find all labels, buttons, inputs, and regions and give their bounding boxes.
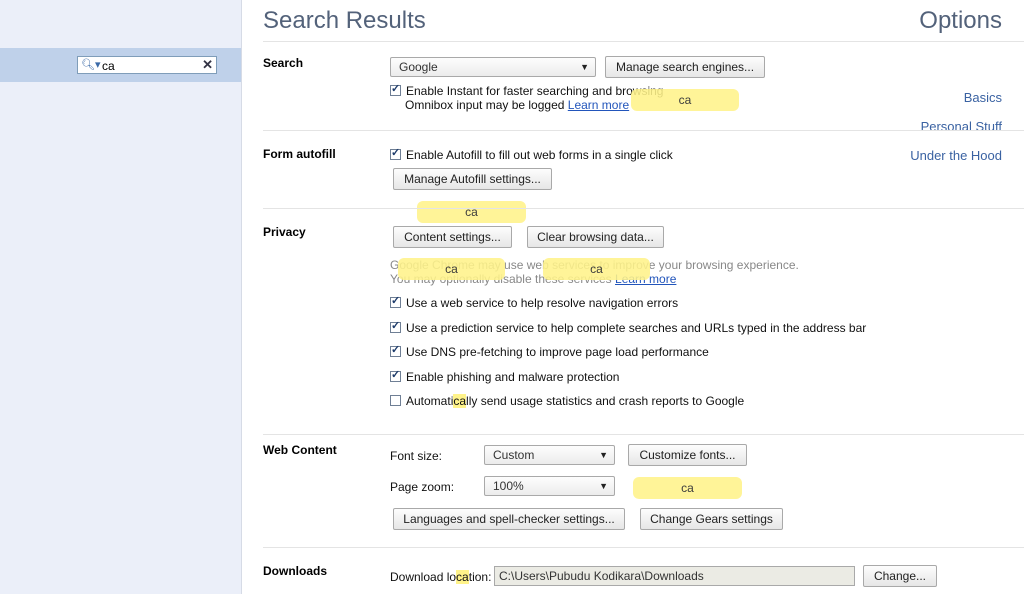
usage-highlight: ca	[453, 394, 467, 408]
privacy-option-phishing-protection[interactable]: Enable phishing and malware protection	[390, 368, 620, 384]
sidebar-item-personal-stuff[interactable]: Personal Stuff	[921, 119, 1002, 134]
autofill-checkbox[interactable]: Enable Autofill to fill out web forms in…	[390, 146, 673, 162]
manage-autofill-button[interactable]: Manage Autofill settings...	[393, 168, 552, 190]
sidebar-item-basics[interactable]: Basics	[964, 90, 1002, 105]
checkbox[interactable]	[390, 146, 401, 160]
instant-checkbox[interactable]: Enable Instant for faster searching and …	[390, 82, 664, 98]
search-icon: 🔍︎▾	[81, 59, 101, 71]
search-input[interactable]: 🔍︎▾ ca ✕	[77, 56, 217, 74]
loc-pre: Download lo	[390, 570, 457, 584]
usage-pre: Automati	[406, 394, 454, 408]
sidebar	[0, 0, 242, 594]
search-engine-select[interactable]: Google ▼	[390, 57, 596, 77]
option-label: Enable phishing and malware protection	[406, 370, 620, 384]
sidebar-item-under-the-hood[interactable]: Under the Hood	[910, 148, 1002, 163]
content-settings-match-bubble: ca	[398, 258, 505, 280]
section-label-form-autofill: Form autofill	[263, 147, 336, 161]
page-zoom-select[interactable]: 100% ▼	[484, 476, 615, 496]
search-engine-value: Google	[399, 60, 438, 74]
omnibox-note: Omnibox input may be logged Learn more	[405, 98, 629, 112]
font-size-select[interactable]: Custom ▼	[484, 445, 615, 465]
section-label-search: Search	[263, 56, 304, 70]
checkbox[interactable]	[390, 294, 401, 308]
chevron-down-icon: ▼	[599, 450, 608, 460]
page-zoom-value: 100%	[493, 479, 524, 493]
sidebar-title: Options	[919, 7, 1002, 34]
checkbox[interactable]	[390, 319, 401, 333]
divider	[263, 547, 1024, 548]
checkbox[interactable]	[390, 368, 401, 382]
section-label-privacy: Privacy	[263, 225, 306, 239]
change-gears-settings-button[interactable]: Change Gears settings	[640, 508, 783, 530]
option-label: Use a web service to help resolve naviga…	[406, 296, 679, 310]
usage-post: lly send usage statistics and crash repo…	[466, 394, 745, 408]
privacy-option-navigation-errors[interactable]: Use a web service to help resolve naviga…	[390, 294, 679, 310]
page-title: Search Results	[263, 7, 426, 34]
divider	[263, 41, 1024, 42]
customize-fonts-button[interactable]: Customize fonts...	[628, 444, 747, 466]
languages-spellchecker-button[interactable]: Languages and spell-checker settings...	[393, 508, 625, 530]
manage-search-engines-button[interactable]: Manage search engines...	[605, 56, 765, 78]
divider	[263, 208, 1024, 209]
checkbox[interactable]	[390, 82, 401, 96]
search-match-bubble: ca	[631, 89, 739, 111]
learn-more-link[interactable]: Learn more	[568, 98, 629, 112]
privacy-option-prediction-service[interactable]: Use a prediction service to help complet…	[390, 319, 867, 335]
privacy-option-usage-stats[interactable]: Automatically send usage statistics and …	[390, 394, 744, 408]
omnibox-text: Omnibox input may be logged	[405, 98, 565, 112]
autofill-label: Enable Autofill to fill out web forms in…	[406, 148, 673, 162]
loc-highlight: ca	[456, 570, 469, 584]
change-download-location-button[interactable]: Change...	[863, 565, 937, 587]
font-size-value: Custom	[493, 448, 535, 462]
section-label-web-content: Web Content	[263, 443, 337, 457]
section-label-downloads: Downloads	[263, 564, 328, 578]
instant-label: Enable Instant for faster searching and …	[406, 84, 664, 98]
option-label: Use DNS pre-fetching to improve page loa…	[406, 345, 709, 359]
clear-search-icon[interactable]: ✕	[202, 57, 213, 73]
checkbox[interactable]	[390, 395, 401, 406]
checkbox[interactable]	[390, 343, 401, 357]
download-location-field[interactable]: C:\Users\Pubudu Kodikara\Downloads	[494, 566, 855, 586]
divider	[263, 434, 1024, 435]
privacy-option-dns-prefetch[interactable]: Use DNS pre-fetching to improve page loa…	[390, 343, 709, 359]
chevron-down-icon: ▼	[599, 481, 608, 491]
autofill-match-bubble: ca	[417, 201, 526, 223]
font-size-label: Font size:	[390, 449, 443, 463]
search-input-value: ca	[102, 59, 115, 73]
clear-browsing-data-button[interactable]: Clear browsing data...	[527, 226, 664, 248]
content-settings-button[interactable]: Content settings...	[393, 226, 512, 248]
page-zoom-label: Page zoom:	[390, 480, 455, 494]
chevron-down-icon: ▼	[580, 62, 589, 72]
clear-data-match-bubble: ca	[543, 258, 650, 280]
customize-fonts-match-bubble: ca	[633, 477, 742, 499]
option-label: Use a prediction service to help complet…	[406, 321, 867, 335]
divider	[263, 130, 1024, 131]
download-location-label: Download location:	[390, 570, 491, 584]
loc-post: tion:	[468, 570, 492, 584]
